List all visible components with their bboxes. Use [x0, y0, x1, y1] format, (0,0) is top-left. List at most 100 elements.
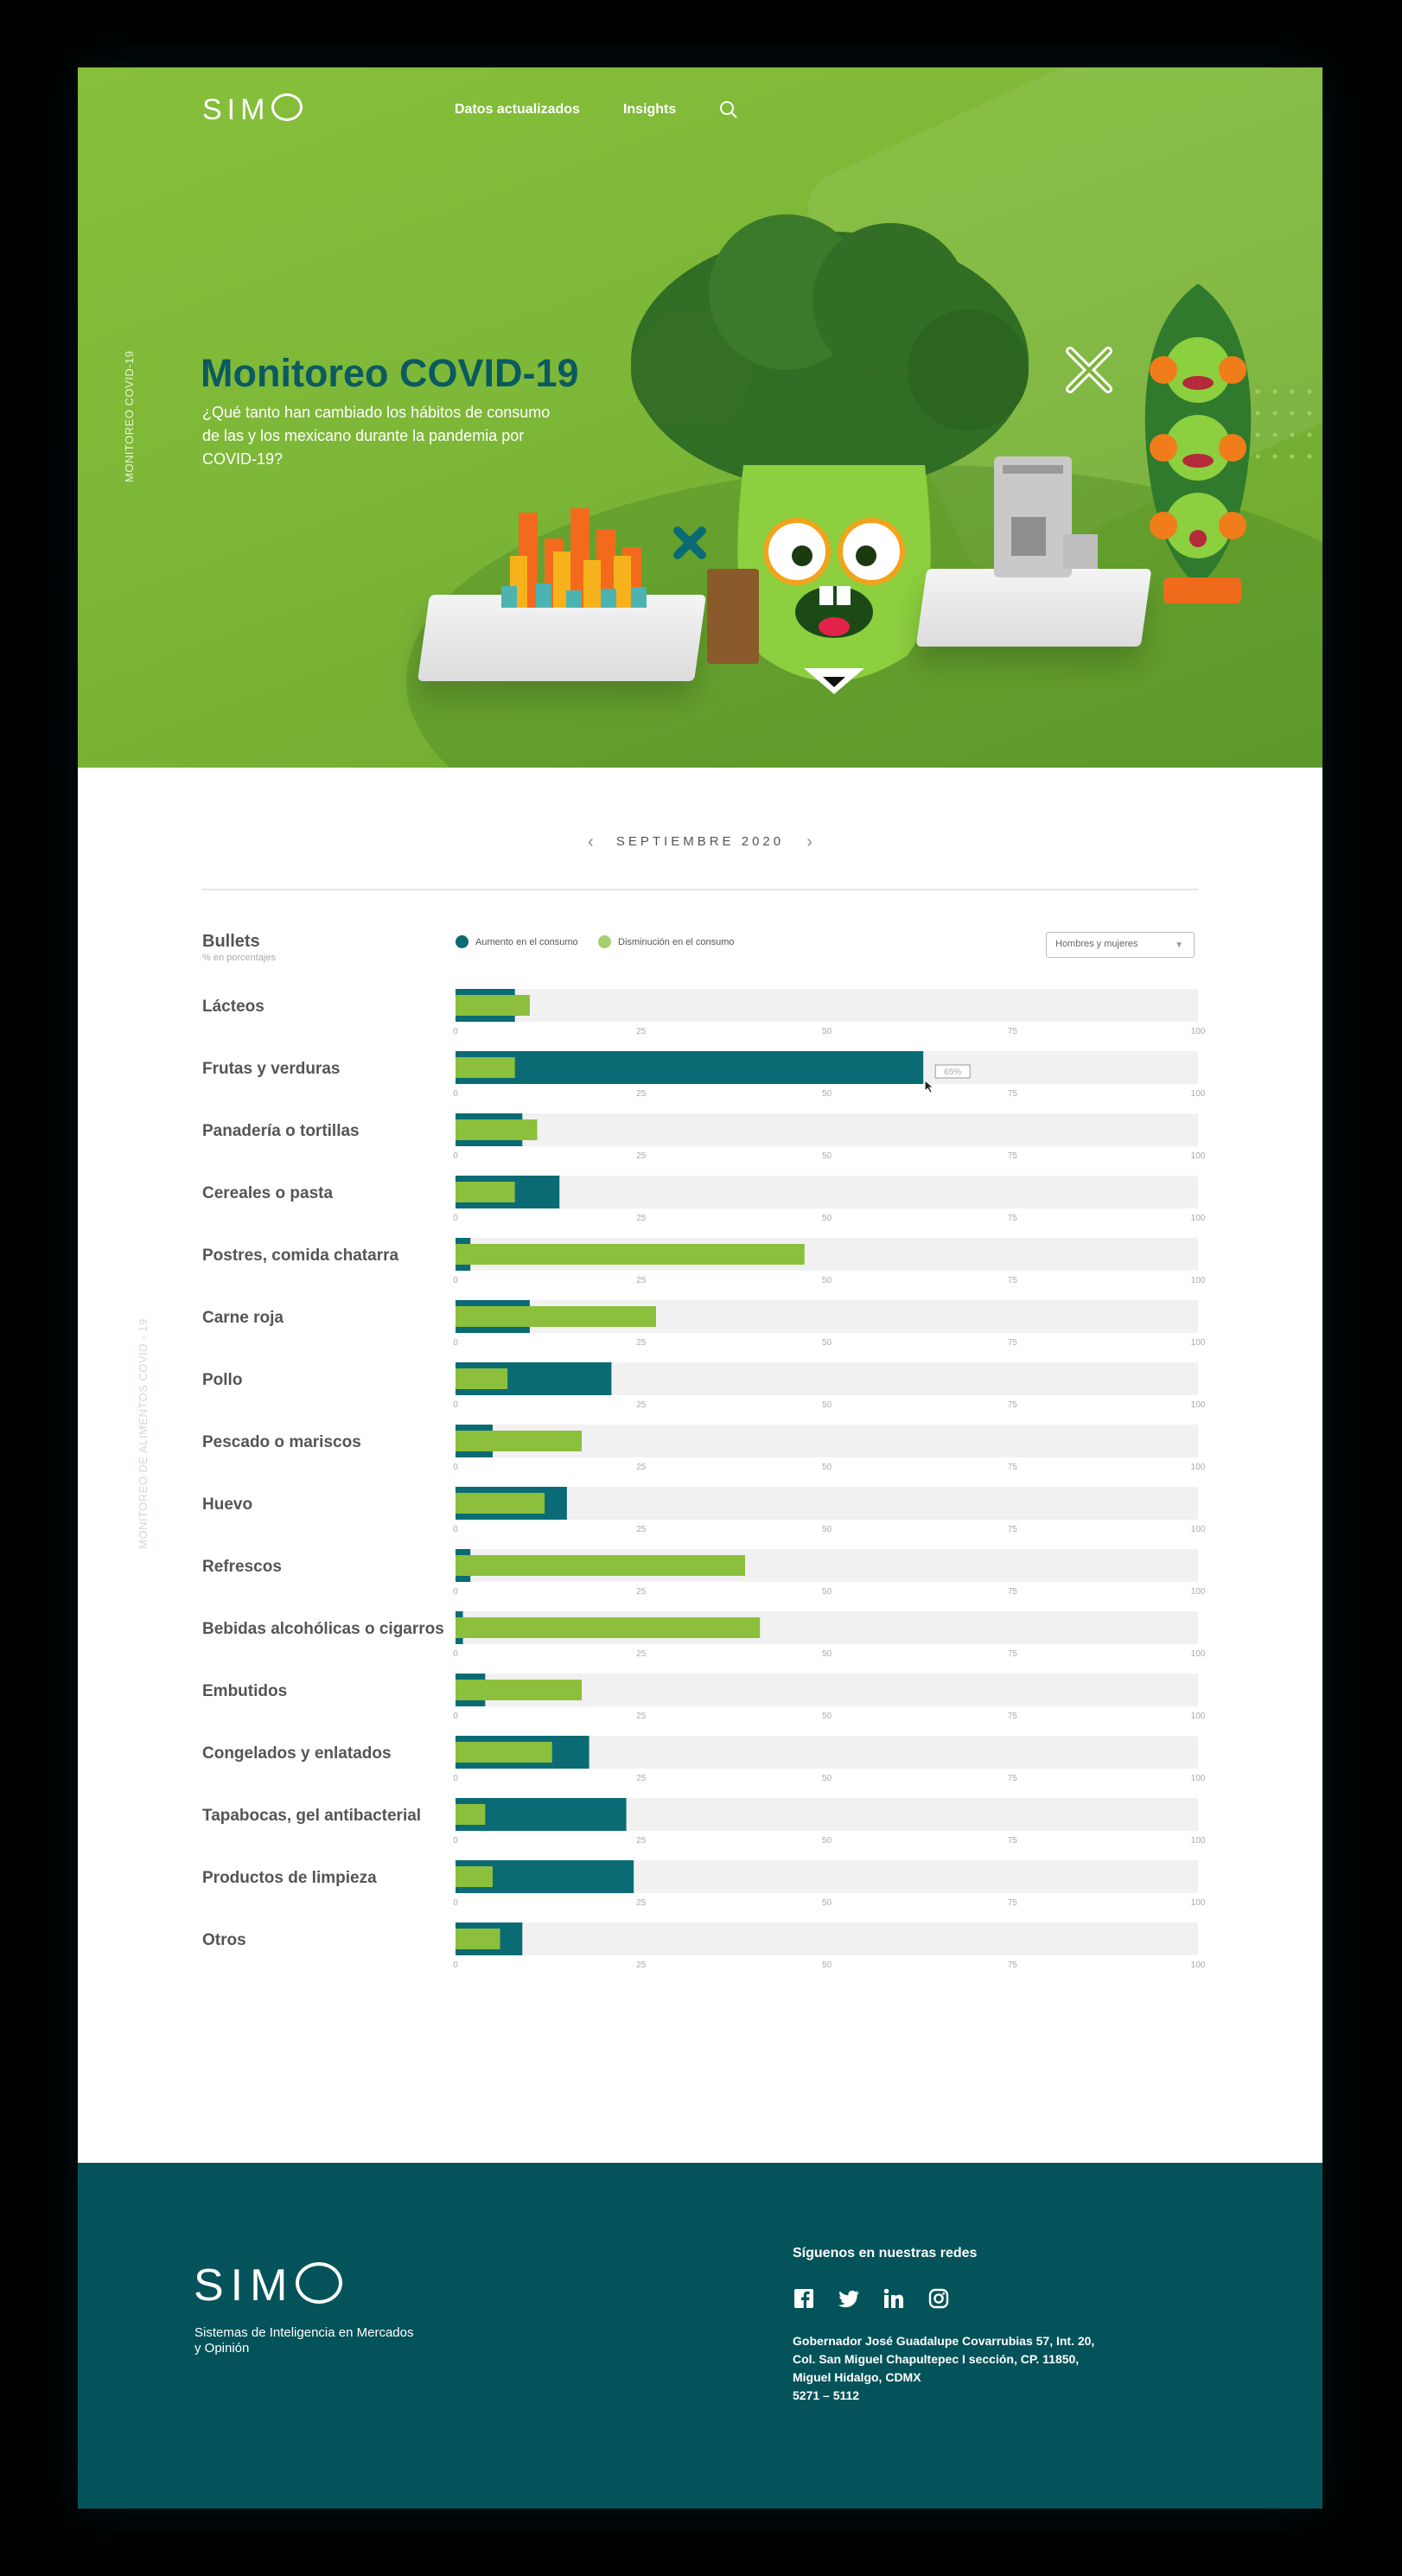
- footer-logo[interactable]: SIM: [194, 2260, 343, 2311]
- dot-pattern: [1255, 389, 1312, 459]
- legend-label-disminucion: Disminución en el consumo: [618, 936, 735, 947]
- filter-selected-value: Hombres y mujeres: [1055, 939, 1138, 949]
- tick-label: 75: [1008, 1774, 1018, 1783]
- footer-address: Gobernador José Guadalupe Covarrubias 57…: [793, 2332, 1156, 2405]
- tick-label: 100: [1191, 1836, 1205, 1846]
- legend-item-aumento: Aumento en el consumo: [456, 935, 578, 948]
- chart-subtitle: % en porcentajes: [202, 953, 276, 963]
- tick-label: 75: [1008, 1898, 1018, 1908]
- category-label: Cereales o pasta: [202, 1184, 333, 1202]
- tick-label: 100: [1191, 1463, 1205, 1472]
- bar-disminucion: [456, 1866, 493, 1887]
- tick-label: 0: [453, 1774, 458, 1783]
- tick-label: 100: [1191, 1587, 1205, 1597]
- bar-disminucion: [456, 1804, 486, 1825]
- prev-month-button[interactable]: ‹: [588, 832, 594, 851]
- tick-label: 50: [822, 1836, 832, 1846]
- bullet-chart: Lácteos 0 25 50 75 100 Frutas y verduras 0 25 50 7…: [202, 984, 1205, 2021]
- bar-disminucion: [456, 1057, 515, 1078]
- linkedin-icon[interactable]: [883, 2287, 905, 2310]
- tick-label: 75: [1008, 1089, 1018, 1099]
- twitter-icon[interactable]: [838, 2287, 860, 2310]
- tooltip-value: 65%: [944, 1068, 961, 1077]
- tick-label: 25: [636, 1525, 647, 1534]
- tick-label: 75: [1008, 1961, 1018, 1970]
- legend-item-disminucion: Disminución en el consumo: [598, 935, 735, 948]
- printer-illustration: [994, 456, 1098, 577]
- tick-label: 25: [636, 1214, 647, 1223]
- category-label: Tapabocas, gel antibacterial: [202, 1807, 421, 1825]
- phone-number[interactable]: 5271 – 5112: [793, 2387, 1156, 2405]
- page-frame: SIM Datos actualizados Insights MONITORE…: [78, 67, 1322, 2509]
- tick-label: 100: [1191, 1774, 1205, 1783]
- tick-label: 75: [1008, 1400, 1018, 1410]
- tick-label: 25: [636, 1649, 647, 1659]
- page-subtitle: ¿Qué tanto han cambiado los hábitos de c…: [202, 404, 551, 468]
- legend-label-aumento: Aumento en el consumo: [475, 936, 578, 947]
- tick-label: 0: [453, 1712, 458, 1721]
- tick-label: 50: [822, 1214, 832, 1223]
- category-label: Otros: [202, 1931, 246, 1949]
- nav-datos-actualizados[interactable]: Datos actualizados: [455, 102, 580, 118]
- simo-logo[interactable]: SIM: [202, 93, 303, 127]
- tick-label: 100: [1191, 1338, 1205, 1348]
- address-line: Miguel Hidalgo, CDMX: [793, 2370, 921, 2384]
- tick-label: 50: [822, 1649, 832, 1659]
- category-label: Huevo: [202, 1495, 252, 1514]
- category-label: Embutidos: [202, 1682, 287, 1700]
- tick-label: 25: [636, 1400, 647, 1410]
- tick-label: 75: [1008, 1712, 1018, 1721]
- bar-disminucion: [456, 1493, 545, 1514]
- tick-label: 0: [453, 1587, 458, 1597]
- tick-label: 25: [636, 1898, 647, 1908]
- tick-label: 50: [822, 1338, 832, 1348]
- next-month-button[interactable]: ›: [806, 832, 813, 851]
- chevron-down-icon: ▼: [1175, 940, 1183, 950]
- tick-label: 50: [822, 1587, 832, 1597]
- tick-label: 75: [1008, 1151, 1018, 1161]
- tick-label: 75: [1008, 1525, 1018, 1534]
- month-label: SEPTIEMBRE 2020: [615, 834, 785, 849]
- tick-label: 50: [822, 1151, 832, 1161]
- search-icon[interactable]: [719, 100, 738, 119]
- hero-section: SIM Datos actualizados Insights MONITORE…: [78, 67, 1322, 768]
- tick-label: 0: [453, 1649, 458, 1659]
- tick-label: 75: [1008, 1649, 1018, 1659]
- section-divider: [202, 889, 1198, 890]
- tick-label: 0: [453, 1836, 458, 1846]
- address-line: Col. San Miguel Chapultepec I sección, C…: [793, 2352, 1080, 2366]
- tick-label: 0: [453, 1961, 458, 1970]
- tick-label: 100: [1191, 1151, 1205, 1161]
- address-line: Gobernador José Guadalupe Covarrubias 57…: [793, 2334, 1095, 2348]
- bar-track: [456, 989, 1198, 1022]
- tick-label: 100: [1191, 1089, 1205, 1099]
- tick-label: 0: [453, 1027, 458, 1036]
- gender-filter-select[interactable]: Hombres y mujeres ▼: [1046, 932, 1195, 958]
- tick-label: 100: [1191, 1649, 1205, 1659]
- nav-insights[interactable]: Insights: [623, 102, 676, 118]
- tick-label: 100: [1191, 1027, 1205, 1036]
- tick-label: 50: [822, 1525, 832, 1534]
- instagram-icon[interactable]: [927, 2287, 950, 2310]
- category-label: Lácteos: [202, 998, 264, 1016]
- tick-label: 100: [1191, 1276, 1205, 1285]
- category-label: Panadería o tortillas: [202, 1122, 360, 1140]
- tick-label: 100: [1191, 1898, 1205, 1908]
- tick-label: 25: [636, 1587, 647, 1597]
- category-label: Postres, comida chatarra: [202, 1247, 398, 1265]
- bar-disminucion: [456, 1431, 583, 1451]
- tick-label: 50: [822, 1400, 832, 1410]
- month-selector: ‹ SEPTIEMBRE 2020 ›: [78, 832, 1322, 852]
- legend-dot-disminucion: [598, 935, 611, 948]
- facebook-icon[interactable]: [793, 2287, 815, 2310]
- tick-label: 100: [1191, 1525, 1205, 1534]
- tick-label: 100: [1191, 1400, 1205, 1410]
- tick-label: 25: [636, 1089, 647, 1099]
- bar-disminucion: [456, 1368, 508, 1389]
- tick-label: 25: [636, 1961, 647, 1970]
- tick-label: 25: [636, 1836, 647, 1846]
- category-label: Bebidas alcohólicas o cigarros: [202, 1620, 444, 1638]
- bar-disminucion: [456, 1555, 746, 1576]
- category-label: Carne roja: [202, 1309, 284, 1327]
- category-label: Pollo: [202, 1371, 242, 1389]
